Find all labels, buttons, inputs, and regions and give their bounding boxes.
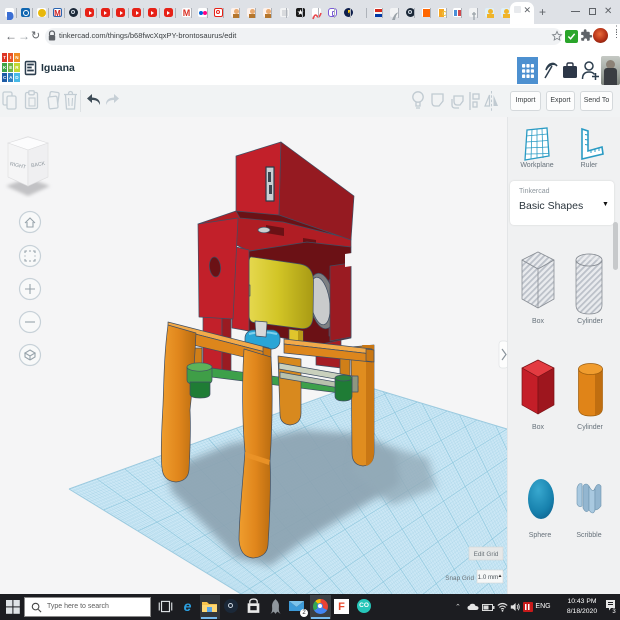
svg-text:Edit Grid: Edit Grid bbox=[474, 551, 499, 558]
svg-text:Snap Grid: Snap Grid bbox=[445, 575, 474, 582]
svg-text:1.0 mm: 1.0 mm bbox=[478, 574, 499, 581]
